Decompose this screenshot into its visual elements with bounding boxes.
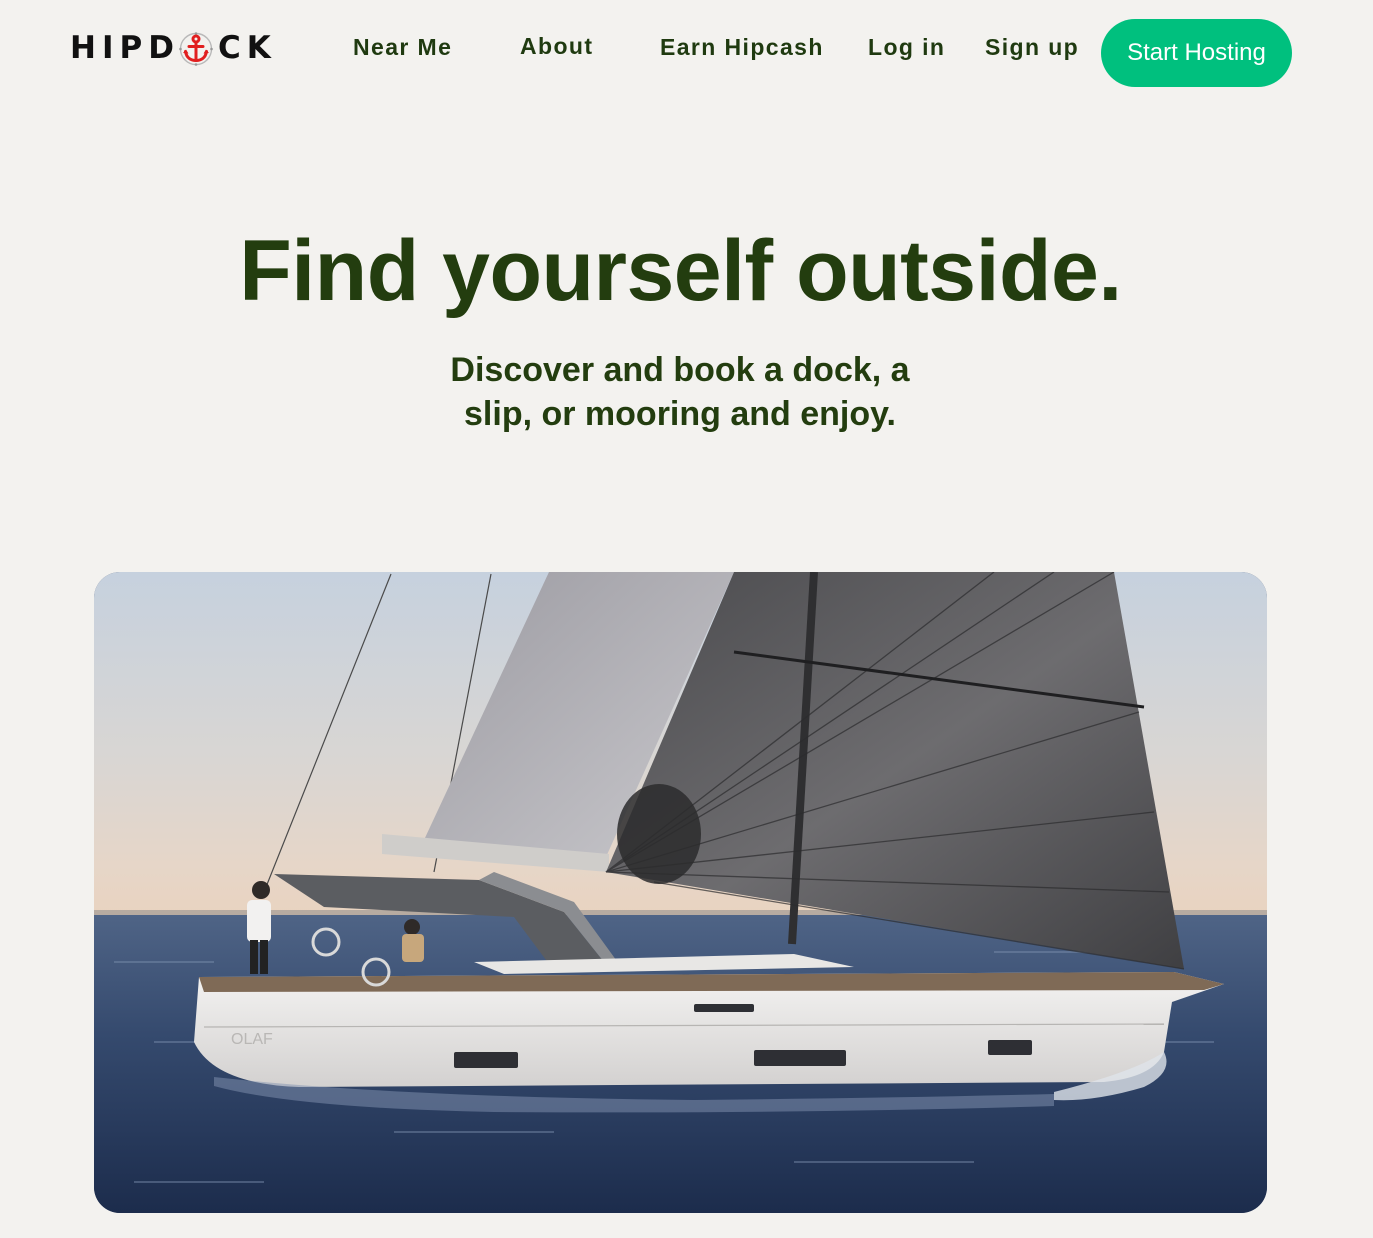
nav-log-in[interactable]: Log in	[868, 34, 945, 61]
start-hosting-button[interactable]: Start Hosting	[1101, 19, 1292, 87]
nav-near-me[interactable]: Near Me	[353, 34, 452, 61]
nav-about[interactable]: About	[520, 33, 593, 60]
brand-logo[interactable]: HIPD CK	[70, 28, 277, 68]
hero-title: Find yourself outside.	[239, 223, 1122, 319]
brand-name-start: HIPD	[70, 30, 180, 66]
nav-earn-hipcash[interactable]: Earn Hipcash	[660, 34, 824, 61]
brand-name-end: CK	[217, 30, 277, 66]
nav-sign-up[interactable]: Sign up	[985, 34, 1079, 61]
anchor-icon	[178, 31, 214, 67]
hero-subtitle: Discover and book a dock, a slip, or moo…	[450, 351, 910, 433]
hero-image: OLAF	[94, 572, 1267, 1213]
hull-name: OLAF	[231, 1031, 273, 1048]
sailboat-photo: OLAF	[94, 572, 1267, 1213]
